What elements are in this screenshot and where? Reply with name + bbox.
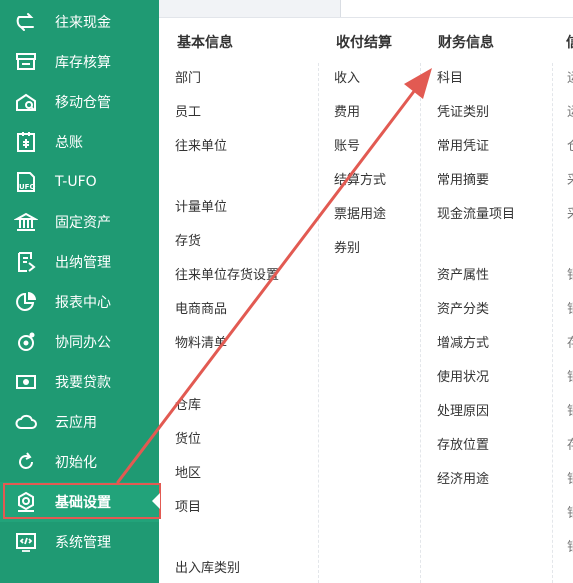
menu-item-ecommerce-products[interactable]: 电商商品 [175, 298, 227, 317]
sidebar-item-label: 协同办公 [55, 335, 111, 351]
sidebar-item-label: 固定资产 [55, 215, 111, 231]
menu-item-cash-flow-item[interactable]: 现金流量项目 [437, 203, 515, 222]
sidebar-item-label: 初始化 [55, 455, 97, 471]
menu-column-title: 财务信息 [438, 35, 494, 51]
cashier-icon [18, 252, 36, 272]
menu-item-partial[interactable]: 存 [567, 434, 573, 453]
menu-column-title: 收付结算 [336, 35, 392, 51]
menu-item-change-method[interactable]: 增减方式 [437, 332, 489, 351]
menu-item-usage-status[interactable]: 使用状况 [437, 366, 489, 385]
sidebar-item-label: 报表中心 [55, 295, 111, 311]
sidebar-item-t-ufo[interactable]: UFO T-UFO [0, 162, 159, 202]
sidebar-item-label: 我要贷款 [55, 375, 111, 391]
sidebar-item-loan[interactable]: 我要贷款 [0, 362, 159, 402]
menu-item-asset-attribute[interactable]: 资产属性 [437, 264, 489, 283]
menu-item-partial[interactable]: 销 [567, 468, 573, 487]
column-divider [552, 63, 553, 583]
sidebar-item-initialize[interactable]: 初始化 [0, 442, 159, 482]
sidebar-item-label: 系统管理 [55, 535, 111, 551]
menu-column-title: 基本信息 [177, 35, 233, 51]
menu-item-warehouse[interactable]: 仓库 [175, 394, 201, 413]
menu-item-settlement-method[interactable]: 结算方式 [334, 169, 386, 188]
menu-item-bill-purpose[interactable]: 票据用途 [334, 203, 386, 222]
menu-item-region[interactable]: 地区 [175, 462, 201, 481]
menu-item-partial[interactable]: 运 [567, 101, 573, 120]
menu-item-partial[interactable]: 销 [567, 366, 573, 385]
sidebar-item-label: T-UFO [55, 174, 97, 190]
sidebar-item-label: 总账 [55, 135, 83, 151]
sidebar-item-report-center[interactable]: 报表中心 [0, 282, 159, 322]
sidebar-item-fixed-assets[interactable]: 固定资产 [0, 202, 159, 242]
exchange-icon [16, 13, 34, 31]
menu-item-partial[interactable]: 销 [567, 298, 573, 317]
sidebar-item-label: 往来现金 [55, 15, 111, 31]
menu-item-partial[interactable]: 销 [567, 400, 573, 419]
menu-item-common-summary[interactable]: 常用摘要 [437, 169, 489, 188]
menu-item-income[interactable]: 收入 [334, 67, 360, 86]
menu-item-partner[interactable]: 往来单位 [175, 135, 227, 154]
menu-item-unit-of-measure[interactable]: 计量单位 [175, 196, 227, 215]
inventory-icon [16, 53, 36, 70]
menu-item-asset-category[interactable]: 资产分类 [437, 298, 489, 317]
sidebar-item-cloud-apps[interactable]: 云应用 [0, 402, 159, 442]
bank-icon [14, 212, 38, 231]
sidebar-item-label: 云应用 [55, 415, 97, 431]
menu-item-disposal-reason[interactable]: 处理原因 [437, 400, 489, 419]
sidebar-item-mobile-warehouse[interactable]: 移动仓管 [0, 82, 159, 122]
active-item-highlight [3, 483, 161, 519]
menu-item-partial[interactable]: 销 [567, 502, 573, 521]
column-divider [420, 63, 421, 583]
menu-item-storage-location[interactable]: 存放位置 [437, 434, 489, 453]
menu-item-partner-stock-settings[interactable]: 往来单位存货设置 [175, 264, 279, 283]
menu-item-common-voucher[interactable]: 常用凭证 [437, 135, 489, 154]
menu-item-department[interactable]: 部门 [175, 67, 201, 86]
menu-item-stock-io-category[interactable]: 出入库类别 [175, 557, 240, 576]
pie-chart-icon [16, 292, 36, 311]
menu-item-bom[interactable]: 物料清单 [175, 332, 227, 351]
sidebar-item-label: 出纳管理 [55, 255, 111, 271]
menu-column-title: 信 [566, 32, 573, 52]
menu-item-employee[interactable]: 员工 [175, 101, 201, 120]
sidebar-item-inventory-accounting[interactable]: 库存核算 [0, 42, 159, 82]
menu-item-account-number[interactable]: 账号 [334, 135, 360, 154]
menu-item-partial[interactable]: 销 [567, 264, 573, 283]
sidebar-item-wanglai-cash[interactable]: 往来现金 [0, 2, 159, 42]
menu-item-partial[interactable]: 采 [567, 203, 573, 222]
menu-item-partial[interactable]: 存 [567, 332, 573, 351]
menu-item-economic-use[interactable]: 经济用途 [437, 468, 489, 487]
money-icon [16, 375, 36, 389]
code-icon [16, 533, 36, 552]
menu-item-project[interactable]: 项目 [175, 496, 201, 515]
menu-item-voucher-type[interactable]: 凭证类别 [437, 101, 489, 120]
menu-item-partial[interactable]: 销 [567, 536, 573, 555]
top-search-box[interactable] [340, 0, 573, 17]
column-divider [318, 63, 319, 583]
sidebar-item-general-ledger[interactable]: 总账 [0, 122, 159, 162]
ufo-report-icon: UFO [17, 172, 35, 192]
sidebar-item-label: 库存核算 [55, 55, 111, 71]
ledger-icon [17, 132, 35, 152]
sidebar-item-collaboration[interactable]: 协同办公 [0, 322, 159, 362]
menu-item-partial[interactable]: 运 [567, 67, 573, 86]
menu-item-stock[interactable]: 存货 [175, 230, 201, 249]
sidebar-item-system-management[interactable]: 系统管理 [0, 522, 159, 562]
collaboration-icon [18, 332, 35, 351]
svg-text:UFO: UFO [19, 183, 35, 191]
refresh-icon [19, 452, 33, 469]
top-toolbar [159, 0, 573, 18]
active-item-pointer [152, 493, 160, 509]
menu-item-denomination[interactable]: 券别 [334, 237, 360, 256]
sidebar-item-cashier[interactable]: 出纳管理 [0, 242, 159, 282]
menu-item-partial[interactable]: 采 [567, 169, 573, 188]
menu-item-expense[interactable]: 费用 [334, 101, 360, 120]
cloud-icon [15, 414, 37, 429]
mobile-warehouse-icon [16, 93, 36, 111]
menu-item-location[interactable]: 货位 [175, 428, 201, 447]
menu-item-account-subject[interactable]: 科目 [437, 67, 463, 86]
menu-item-partial[interactable]: 仓 [567, 135, 573, 154]
sidebar-item-label: 移动仓管 [55, 95, 111, 111]
